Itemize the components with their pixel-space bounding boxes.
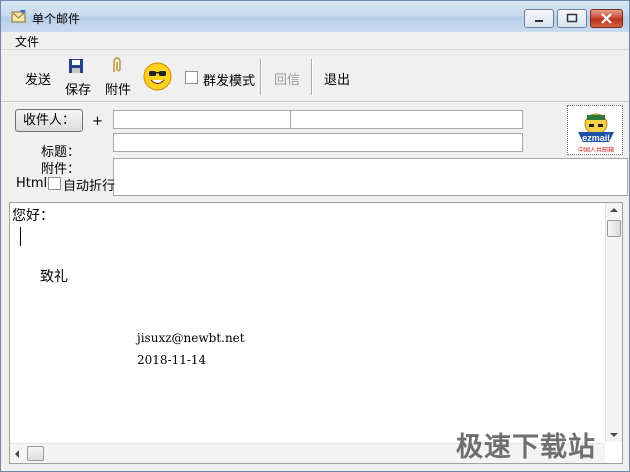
close-button[interactable] — [590, 9, 623, 28]
recipient-field-divider — [290, 111, 291, 128]
logo-text: ezmail — [582, 133, 610, 143]
attachment-field[interactable] — [113, 158, 628, 196]
minimize-icon — [535, 20, 543, 22]
scroll-up-arrow-icon[interactable] — [610, 208, 618, 212]
toolbar-separator — [260, 59, 262, 95]
title-bar: 单个邮件 — [1, 1, 629, 32]
scroll-down-arrow-icon[interactable] — [610, 433, 618, 437]
smiley-icon[interactable] — [143, 62, 172, 91]
auto-wrap-label: 自动折行 — [63, 179, 116, 194]
menu-bar: 文件 — [1, 32, 629, 50]
menu-file[interactable]: 文件 — [15, 33, 39, 50]
ezmail-logo-image: ezmail 中国人共邮箱 — [578, 113, 614, 154]
send-button[interactable]: 发送 — [25, 69, 51, 88]
window-title: 单个邮件 — [32, 12, 81, 26]
logo-subtext: 中国人共邮箱 — [578, 146, 614, 154]
toolbar: 发送 保存 附件 回信 退出 — [1, 51, 629, 102]
scroll-left-arrow-icon[interactable] — [15, 450, 19, 458]
horizontal-scroll-thumb[interactable] — [27, 446, 44, 461]
text-caret — [20, 227, 21, 246]
add-recipient-button[interactable]: + — [92, 114, 103, 129]
group-mode-checkbox[interactable] — [185, 71, 198, 84]
ezmail-logo: ezmail 中国人共邮箱 — [567, 105, 623, 155]
group-mode-label: 群发模式 — [203, 74, 256, 89]
html-label: Html — [16, 176, 48, 191]
mail-window: 单个邮件 文件 发送 保存 附件 回信 退出 群发模式 收件人： + 标题： 附… — [0, 0, 630, 472]
vertical-scrollbar[interactable] — [605, 203, 622, 442]
save-button[interactable]: 保存 — [65, 79, 91, 98]
vertical-scroll-thumb[interactable] — [607, 220, 621, 237]
mail-app-icon — [11, 10, 26, 23]
body-signature-date: 2018-11-14 — [137, 353, 207, 367]
save-icon[interactable] — [68, 58, 84, 74]
close-icon — [601, 13, 612, 24]
exit-button[interactable]: 退出 — [324, 69, 350, 88]
paperclip-icon[interactable] — [110, 56, 124, 74]
minimize-button[interactable] — [524, 9, 554, 28]
subject-field[interactable] — [113, 133, 523, 152]
watermark: 极速下载站 — [456, 432, 596, 463]
auto-wrap-checkbox[interactable] — [48, 177, 61, 190]
recipient-button[interactable]: 收件人： — [15, 109, 83, 132]
body-greeting: 您好： — [12, 208, 54, 224]
toolbar-separator — [311, 59, 313, 95]
body-signature-email: jisuxz@newbt.net — [137, 331, 245, 345]
maximize-icon — [566, 13, 578, 23]
recipient-field[interactable] — [113, 110, 523, 129]
body-regards: 致礼 — [40, 269, 68, 285]
maximize-button[interactable] — [557, 9, 587, 28]
attach-button[interactable]: 附件 — [105, 79, 131, 98]
reply-button[interactable]: 回信 — [274, 69, 300, 88]
